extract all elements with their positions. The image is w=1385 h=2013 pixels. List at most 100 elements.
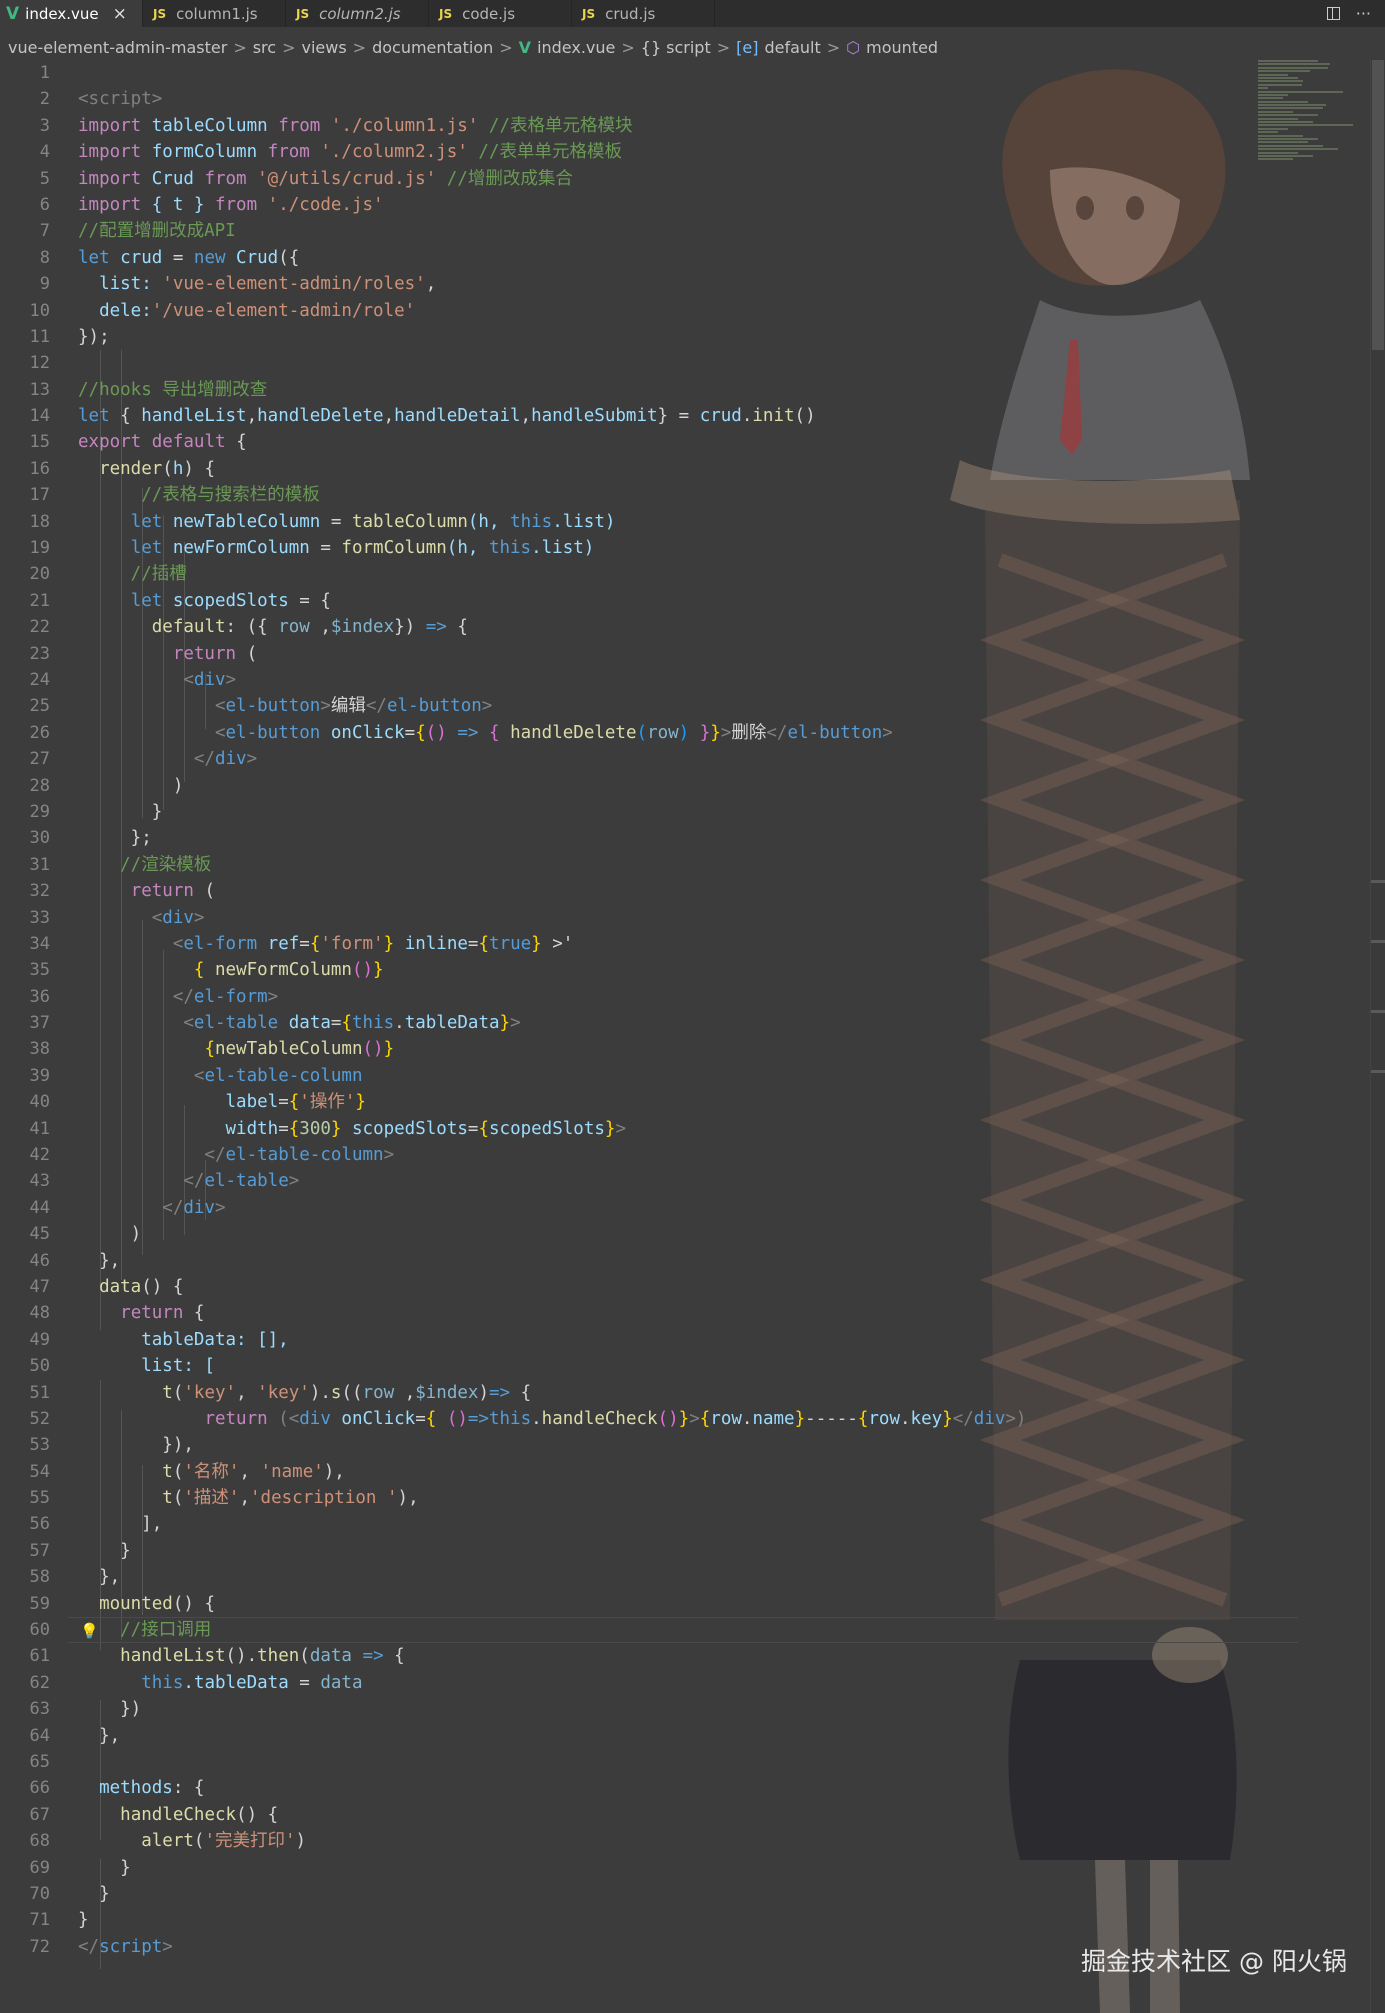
line-number: 4 <box>39 142 50 163</box>
code-line: default: ({ row ,$index}) => { <box>78 614 1258 640</box>
punct-token: ) <box>478 1382 489 1403</box>
attribute-token: data <box>288 1013 331 1034</box>
code-line: handleList().then(data => { <box>78 1643 1258 1669</box>
punct-token: . <box>183 1672 194 1693</box>
tab-column1-js[interactable]: JS column1.js <box>143 0 286 27</box>
line-number: 42 <box>29 1145 50 1166</box>
code-line: dele:'/vue-element-admin/role' <box>78 298 1258 324</box>
tag-token: div <box>214 749 247 770</box>
line-number: 11 <box>29 326 50 347</box>
line-number-gutter: 1 2 3 4 5 6 7 8 9 10 11 12 13 14 15 16 17 18 19 20 21 22 23 24 2… <box>0 60 50 1960</box>
identifier-token: handleList <box>141 406 247 427</box>
punct-token: { <box>109 406 142 427</box>
braces-icon: {} <box>640 37 662 57</box>
minimap-line <box>1258 148 1338 151</box>
minimap-line <box>1258 97 1283 100</box>
code-line: </el-form> <box>78 984 1258 1010</box>
tag-bracket-token: > <box>320 696 331 717</box>
comment-token: //表格单元格模块 <box>478 115 633 136</box>
tab-column2-js[interactable]: JS column2.js <box>286 0 429 27</box>
breadcrumb-item[interactable]: vue-element-admin-master <box>8 38 227 57</box>
breadcrumb-item[interactable]: src <box>253 38 276 57</box>
punct-token: = <box>299 933 310 954</box>
tag-token: <script> <box>78 89 163 110</box>
punct-token: . <box>741 1408 753 1429</box>
code-line: <div> <box>78 667 1258 693</box>
punct-token: , <box>239 1461 261 1482</box>
line-number: 31 <box>29 854 50 875</box>
vertical-scrollbar[interactable] <box>1370 60 1385 2013</box>
punct-token: ({ <box>278 247 300 268</box>
tag-bracket-token: > <box>193 907 205 928</box>
breadcrumb-file[interactable]: index.vue <box>537 38 615 57</box>
tag-bracket-token: > <box>882 722 893 743</box>
close-icon[interactable]: × <box>113 4 127 24</box>
breadcrumb-script[interactable]: script <box>666 38 711 57</box>
minimap-line <box>1258 144 1323 147</box>
tag-token: el-form <box>183 933 258 954</box>
tab-code-js[interactable]: JS code.js <box>429 0 572 27</box>
line-number: 55 <box>29 1488 50 1509</box>
line-number: 21 <box>29 590 50 611</box>
more-actions-icon[interactable]: ··· <box>1356 4 1371 23</box>
punct-token: ) <box>295 1831 307 1852</box>
code-line: return ( <box>78 878 1258 904</box>
keyword-token: new <box>193 247 226 268</box>
breadcrumb-method[interactable]: mounted <box>866 38 938 57</box>
punct-token: : ({ <box>225 617 279 638</box>
keyword-token: this <box>141 1672 184 1693</box>
code-line: list: [ <box>78 1353 1258 1379</box>
bracket-token: () <box>425 722 447 743</box>
code-line: //插槽 <box>78 561 1258 587</box>
js-icon: JS <box>153 6 167 21</box>
breadcrumb-item[interactable]: documentation <box>372 38 493 57</box>
line-number: 9 <box>39 274 50 295</box>
line-number: 3 <box>39 115 50 136</box>
code-line: //渲染模板 <box>78 852 1258 878</box>
minimap-line <box>1258 60 1318 62</box>
tag-bracket-token: > <box>246 749 258 770</box>
code-content[interactable]: <script> import tableColumn from './colu… <box>68 60 1298 1960</box>
keyword-token: let <box>130 538 163 559</box>
keyword-token: default <box>151 432 226 453</box>
punct-token: , <box>394 1382 416 1403</box>
tag-bracket-token: </ <box>365 696 387 717</box>
split-editor-icon[interactable] <box>1326 7 1340 20</box>
tab-crud-js[interactable]: JS crud.js <box>572 0 715 27</box>
scrollbar-thumb[interactable] <box>1372 60 1384 350</box>
minimap-line <box>1258 151 1298 154</box>
operator-token: = <box>309 538 342 559</box>
param-token: $index <box>415 1382 479 1403</box>
tag-bracket-token: >) <box>1005 1408 1027 1429</box>
code-line: import tableColumn from './column1.js' /… <box>78 113 1258 139</box>
code-line: //hooks 导出增删改查 <box>78 377 1258 403</box>
punct-token: ), <box>323 1461 345 1482</box>
minimap[interactable] <box>1258 60 1368 260</box>
code-line: } <box>78 1907 1258 1933</box>
line-number: 13 <box>29 379 50 400</box>
breadcrumb-item[interactable]: views <box>301 38 346 57</box>
js-icon: JS <box>296 6 310 21</box>
param-token: (h, <box>446 538 489 559</box>
minimap-line <box>1258 87 1268 90</box>
bracket-token: { <box>425 1408 437 1429</box>
minimap-line <box>1258 121 1313 124</box>
breadcrumb-symbol[interactable]: default <box>764 38 820 57</box>
bracket-token: { <box>193 960 205 981</box>
code-editor[interactable]: 1 2 3 4 5 6 7 8 9 10 11 12 13 14 15 16 17 18 19 20 21 22 23 24 2… <box>0 60 1385 2013</box>
tag-token: div <box>183 1197 215 1218</box>
tab-index-vue[interactable]: V index.vue × <box>0 0 143 27</box>
keyword-token: this <box>510 511 553 532</box>
keyword-token: from <box>214 194 258 215</box>
keyword-token: return <box>204 1408 268 1429</box>
keyword-token: let <box>78 406 110 427</box>
code-line: return ( <box>78 641 1258 667</box>
property-token: list: <box>78 274 163 295</box>
code-line: return (<div onClick={ ()=>this.handleCh… <box>78 1406 1258 1432</box>
code-line: }, <box>78 1248 1258 1274</box>
